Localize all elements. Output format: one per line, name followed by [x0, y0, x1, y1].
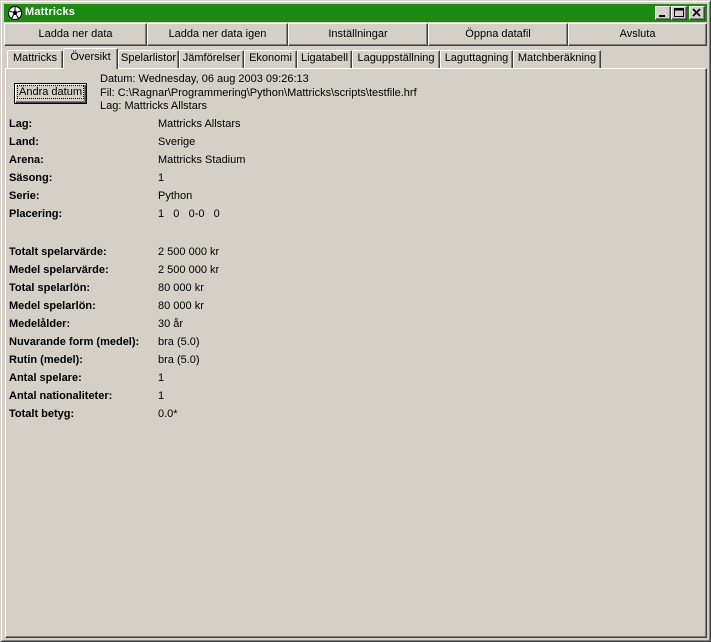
tab-strip: Mattricks Översikt Spelarlistor Jämförel… [5, 48, 707, 69]
tab-mattricks[interactable]: Mattricks [7, 50, 63, 68]
open-datafile-button[interactable]: Öppna datafil [428, 23, 568, 46]
value-arena: Mattricks Stadium [158, 154, 246, 166]
label-nationality-count: Antal nationaliteter: [9, 390, 113, 402]
label-avg-player-value: Medel spelarvärde: [9, 264, 109, 276]
minimize-icon [659, 15, 665, 17]
label-arena: Arena: [9, 154, 44, 166]
exit-button[interactable]: Avsluta [568, 23, 707, 46]
tab-oversikt[interactable]: Översikt [63, 48, 118, 69]
value-nationality-count: 1 [158, 390, 165, 402]
soccer-ball-icon [7, 5, 23, 21]
window-title: Mattricks [25, 6, 76, 18]
label-experience: Rutin (medel): [9, 354, 83, 366]
maximize-icon [674, 8, 684, 17]
close-icon [692, 8, 701, 17]
value-season: 1 [158, 172, 165, 184]
tab-laguttagning[interactable]: Laguttagning [440, 50, 513, 68]
value-avg-age: 30 år [158, 318, 184, 330]
label-country: Land: [9, 136, 39, 148]
tab-ligatabell[interactable]: Ligatabell [297, 50, 352, 68]
change-date-label: Ändra datum [17, 85, 84, 99]
label-player-count: Antal spelare: [9, 372, 82, 384]
download-data-again-button[interactable]: Ladda ner data igen [147, 23, 288, 46]
team-line: Lag: Mattricks Allstars [100, 100, 207, 112]
value-total-rating: 0.0* [158, 408, 178, 420]
label-series: Serie: [9, 190, 40, 202]
label-total-player-value: Totalt spelarvärde: [9, 246, 107, 258]
file-line: Fil: C:\Ragnar\Programmering\Python\Matt… [100, 87, 417, 99]
maximize-button[interactable] [671, 6, 687, 20]
overview-panel [5, 68, 707, 638]
date-line: Datum: Wednesday, 06 aug 2003 09:26:13 [100, 73, 309, 85]
app-window: Mattricks Ladda ner data Ladda ner data … [0, 0, 711, 642]
tab-jamforelser[interactable]: Jämförelser [179, 50, 244, 68]
value-total-player-value: 2 500 000 kr [158, 246, 220, 258]
label-total-rating: Totalt betyg: [9, 408, 75, 420]
download-data-button[interactable]: Ladda ner data [4, 23, 147, 46]
value-total-salary: 80 000 kr [158, 282, 204, 294]
tab-spelarlistor[interactable]: Spelarlistor [118, 50, 179, 68]
value-avg-salary: 80 000 kr [158, 300, 204, 312]
label-total-salary: Total spelarlön: [9, 282, 91, 294]
title-bar[interactable]: Mattricks [4, 4, 707, 22]
label-avg-age: Medelålder: [9, 318, 71, 330]
value-current-form: bra (5.0) [158, 336, 200, 348]
value-country: Sverige [158, 136, 196, 148]
value-experience: bra (5.0) [158, 354, 200, 366]
label-season: Säsong: [9, 172, 53, 184]
value-avg-player-value: 2 500 000 kr [158, 264, 220, 276]
change-date-button[interactable]: Ändra datum [14, 83, 87, 104]
value-team: Mattricks Allstars [158, 118, 241, 130]
value-series: Python [158, 190, 193, 202]
minimize-button[interactable] [655, 6, 671, 20]
tab-matchberakning[interactable]: Matchberäkning [513, 50, 601, 68]
value-player-count: 1 [158, 372, 165, 384]
settings-button[interactable]: Inställningar [288, 23, 428, 46]
label-current-form: Nuvarande form (medel): [9, 336, 140, 348]
label-placement: Placering: [9, 208, 63, 220]
label-avg-salary: Medel spelarlön: [9, 300, 96, 312]
value-placement: 1 0 0-0 0 [158, 208, 220, 220]
close-button[interactable] [689, 6, 705, 20]
tab-ekonomi[interactable]: Ekonomi [244, 50, 297, 68]
label-team: Lag: [9, 118, 33, 130]
tab-laguppstallning[interactable]: Laguppställning [352, 50, 440, 68]
